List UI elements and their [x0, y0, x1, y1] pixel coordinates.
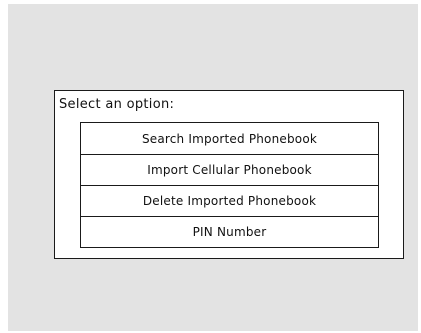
option-label: PIN Number [192, 225, 267, 239]
options-list: Search Imported Phonebook Import Cellula… [80, 122, 379, 248]
option-pin-number[interactable]: PIN Number [81, 216, 378, 247]
option-label: Import Cellular Phonebook [147, 163, 312, 177]
option-delete-imported-phonebook[interactable]: Delete Imported Phonebook [81, 185, 378, 216]
dialog-prompt: Select an option: [59, 97, 175, 112]
option-dialog: Select an option: Search Imported Phoneb… [54, 90, 404, 259]
display-screen: Select an option: Search Imported Phoneb… [8, 4, 418, 331]
option-label: Search Imported Phonebook [141, 131, 318, 146]
option-import-cellular-phonebook[interactable]: Import Cellular Phonebook [81, 154, 378, 185]
option-label: Delete Imported Phonebook [142, 194, 317, 208]
option-search-imported-phonebook[interactable]: Search Imported Phonebook [81, 123, 378, 154]
